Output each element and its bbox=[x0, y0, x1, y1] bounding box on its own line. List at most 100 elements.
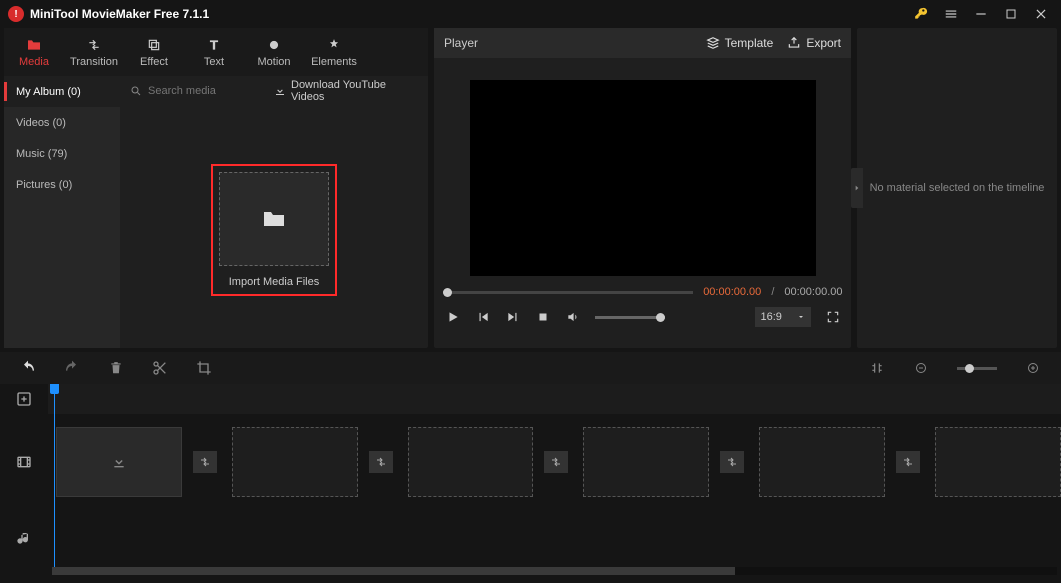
chevron-down-icon bbox=[797, 313, 805, 321]
volume-slider[interactable] bbox=[595, 316, 665, 319]
clip-placeholder[interactable] bbox=[759, 427, 885, 497]
timeline-toolbar bbox=[0, 352, 1061, 384]
split-button[interactable] bbox=[152, 360, 168, 376]
properties-panel: No material selected on the timeline bbox=[857, 28, 1057, 348]
clip-placeholder[interactable] bbox=[935, 427, 1061, 497]
video-track-head[interactable] bbox=[0, 414, 48, 509]
sidebar-item-label: Music (79) bbox=[16, 148, 67, 160]
panel-collapse-handle[interactable] bbox=[851, 168, 863, 208]
aspect-ratio-value: 16:9 bbox=[761, 311, 782, 323]
tab-transition[interactable]: Transition bbox=[64, 28, 124, 76]
license-key-button[interactable] bbox=[909, 2, 933, 26]
tab-label: Effect bbox=[140, 56, 168, 68]
tab-motion[interactable]: Motion bbox=[244, 28, 304, 76]
app-logo: ! bbox=[8, 6, 24, 22]
tab-label: Text bbox=[204, 56, 224, 68]
menu-button[interactable] bbox=[939, 2, 963, 26]
tab-label: Transition bbox=[70, 56, 118, 68]
media-panel: Media Transition Effect Text bbox=[4, 28, 428, 348]
transition-slot[interactable] bbox=[193, 451, 217, 473]
export-button[interactable]: Export bbox=[787, 36, 841, 50]
video-track[interactable] bbox=[48, 414, 1061, 509]
tab-effect[interactable]: Effect bbox=[124, 28, 184, 76]
search-input[interactable] bbox=[148, 85, 268, 97]
player-title: Player bbox=[444, 36, 478, 50]
minimize-button[interactable] bbox=[969, 2, 993, 26]
time-total: 00:00:00.00 bbox=[784, 286, 842, 298]
download-youtube-button[interactable]: Download YouTube Videos bbox=[274, 79, 418, 103]
folder-icon bbox=[262, 209, 286, 229]
zoom-in-button[interactable] bbox=[1025, 360, 1041, 376]
tab-media[interactable]: Media bbox=[4, 28, 64, 76]
timeline-ruler[interactable] bbox=[48, 384, 1061, 414]
next-frame-button[interactable] bbox=[505, 309, 521, 325]
crop-button[interactable] bbox=[196, 360, 212, 376]
undo-button[interactable] bbox=[20, 360, 36, 376]
search-icon bbox=[130, 85, 142, 97]
transition-slot[interactable] bbox=[720, 451, 744, 473]
transition-slot[interactable] bbox=[896, 451, 920, 473]
zoom-slider[interactable] bbox=[957, 367, 997, 370]
elements-icon bbox=[327, 37, 341, 53]
tab-label: Motion bbox=[257, 56, 290, 68]
time-separator: / bbox=[771, 286, 774, 298]
transition-slot[interactable] bbox=[369, 451, 393, 473]
redo-button[interactable] bbox=[64, 360, 80, 376]
sidebar-item-pictures[interactable]: Pictures (0) bbox=[4, 169, 120, 200]
export-label: Export bbox=[806, 36, 841, 50]
sidebar-item-label: Videos (0) bbox=[16, 117, 66, 129]
volume-button[interactable] bbox=[565, 309, 581, 325]
play-button[interactable] bbox=[445, 309, 461, 325]
transition-slot[interactable] bbox=[544, 451, 568, 473]
template-label: Template bbox=[725, 36, 774, 50]
titlebar: ! MiniTool MovieMaker Free 7.1.1 bbox=[0, 0, 1061, 28]
export-icon bbox=[787, 36, 801, 50]
motion-icon bbox=[267, 37, 281, 53]
clip-placeholder[interactable] bbox=[56, 427, 182, 497]
tab-label: Media bbox=[19, 56, 49, 68]
clip-placeholder[interactable] bbox=[583, 427, 709, 497]
sidebar-item-music[interactable]: Music (79) bbox=[4, 138, 120, 169]
aspect-ratio-select[interactable]: 16:9 bbox=[755, 307, 811, 327]
app-title: MiniTool MovieMaker Free 7.1.1 bbox=[30, 7, 209, 21]
clip-placeholder[interactable] bbox=[232, 427, 358, 497]
zoom-fit-button[interactable] bbox=[869, 360, 885, 376]
player-viewport[interactable] bbox=[470, 80, 816, 276]
add-track-button[interactable] bbox=[0, 384, 48, 414]
clip-placeholder[interactable] bbox=[408, 427, 534, 497]
playhead[interactable] bbox=[54, 384, 55, 567]
text-icon bbox=[207, 37, 221, 53]
audio-track-head[interactable] bbox=[0, 509, 48, 569]
prev-frame-button[interactable] bbox=[475, 309, 491, 325]
stop-button[interactable] bbox=[535, 309, 551, 325]
time-current: 00:00:00.00 bbox=[703, 286, 761, 298]
zoom-out-button[interactable] bbox=[913, 360, 929, 376]
import-highlight: Import Media Files bbox=[211, 164, 337, 296]
template-button[interactable]: Template bbox=[706, 36, 774, 50]
folder-icon bbox=[26, 37, 42, 53]
timeline-scrollbar[interactable] bbox=[52, 567, 1057, 575]
maximize-button[interactable] bbox=[999, 2, 1023, 26]
download-icon bbox=[274, 85, 286, 97]
tab-text[interactable]: Text bbox=[184, 28, 244, 76]
transition-icon bbox=[86, 37, 102, 53]
timeline bbox=[0, 384, 1061, 579]
module-tabs: Media Transition Effect Text bbox=[4, 28, 428, 76]
sidebar-item-my-album[interactable]: My Album (0) bbox=[4, 76, 120, 107]
tab-label: Elements bbox=[311, 56, 357, 68]
sidebar-item-videos[interactable]: Videos (0) bbox=[4, 107, 120, 138]
fullscreen-button[interactable] bbox=[825, 309, 841, 325]
download-label: Download YouTube Videos bbox=[291, 79, 418, 103]
search-media[interactable] bbox=[130, 85, 268, 97]
sidebar-item-label: Pictures (0) bbox=[16, 179, 72, 191]
properties-empty-text: No material selected on the timeline bbox=[870, 182, 1045, 194]
audio-track[interactable] bbox=[48, 509, 1061, 559]
sidebar-item-label: My Album (0) bbox=[16, 86, 81, 98]
import-label: Import Media Files bbox=[219, 276, 329, 288]
download-icon bbox=[111, 454, 127, 470]
tab-elements[interactable]: Elements bbox=[304, 28, 364, 76]
delete-button[interactable] bbox=[108, 360, 124, 376]
seek-bar[interactable] bbox=[443, 291, 694, 294]
import-media-button[interactable] bbox=[219, 172, 329, 266]
close-button[interactable] bbox=[1029, 2, 1053, 26]
